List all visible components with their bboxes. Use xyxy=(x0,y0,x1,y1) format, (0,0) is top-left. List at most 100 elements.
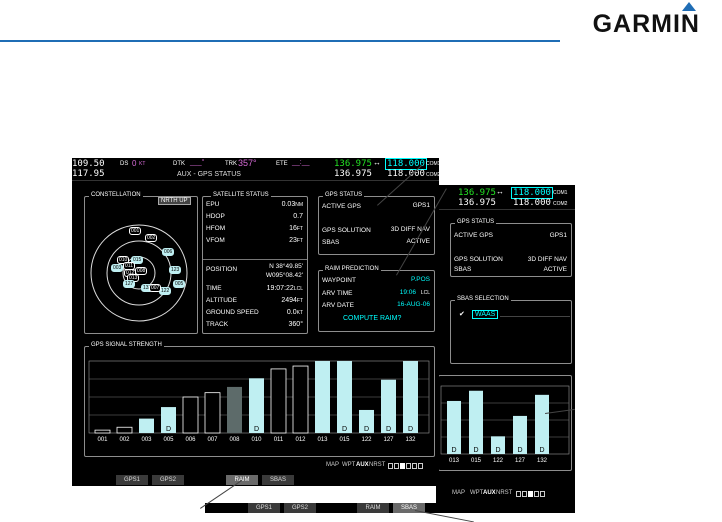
signal-bar-007 xyxy=(204,392,221,434)
back-mode-bar: MAP WPT AUX NRST xyxy=(436,489,575,498)
raim-arv-time-label: ARV TIME xyxy=(322,290,353,297)
satellite-status-value: 0.03NM xyxy=(281,201,303,208)
satellite-status-label: HFOM xyxy=(206,225,226,232)
differential-marker: D xyxy=(386,426,391,433)
signal-bar-012 xyxy=(292,365,309,434)
differential-marker: D xyxy=(254,426,259,433)
com1-label: COM1 xyxy=(426,161,441,167)
back-softkey-gps1[interactable]: GPS1 xyxy=(248,503,280,513)
satellite-status-2-label: GROUND SPEED xyxy=(206,309,259,316)
page-indicator-icon xyxy=(388,463,428,469)
gps-signal-strength-chart: 001 002 003 D 005 006 007 008 D 010 011 012 013 D 015 D… xyxy=(88,360,430,443)
signal-bar-132 xyxy=(535,394,549,454)
signal-bar-001 xyxy=(94,429,111,434)
satellite-layer: 001 002 006 123 005 010 015 011 012 013 122 127 132 0… xyxy=(85,197,197,333)
back-mode-aux[interactable]: AUX xyxy=(483,490,496,496)
active-gps-label: ACTIVE GPS xyxy=(322,203,362,210)
softkey-sbas[interactable]: SBAS xyxy=(262,475,294,485)
tick-label-013: 013 xyxy=(317,437,328,443)
tick-label-001: 001 xyxy=(97,437,108,443)
differential-marker: D xyxy=(166,426,171,433)
raim-arv-time-unit: LCL xyxy=(420,290,430,296)
satellite-status-value: 0.7 xyxy=(293,213,303,220)
raim-arv-date-value[interactable]: 16-AUG-06 xyxy=(397,301,430,308)
satellite-status-label: HDOP xyxy=(206,213,225,220)
satellite-status-2-value: 0.0KT xyxy=(286,309,303,316)
satellite-status-2-value: 360° xyxy=(288,321,303,328)
back-sbas-label: SBAS xyxy=(454,266,472,273)
gps-status-title: GPS STATUS xyxy=(323,192,365,198)
garmin-logo: GARMIN xyxy=(592,10,700,38)
back-softkey-bar: GPS1 GPS2 RAIM SBAS xyxy=(205,503,575,513)
back-mode-map[interactable]: MAP xyxy=(452,490,465,496)
back-com2-standby: 118.000 xyxy=(513,198,551,208)
satellite-status-2-label: TRACK xyxy=(206,321,229,328)
com-swap-icon[interactable]: ↔ xyxy=(373,158,381,167)
signal-bar-010 xyxy=(249,378,264,433)
satellite-status-box: SATELLITE STATUS EPU 0.03NM HDOP 0.7 HFOM 16F… xyxy=(202,192,308,334)
position-label: POSITION xyxy=(206,266,238,273)
ete-label: ETE xyxy=(276,161,288,167)
sbas-label: SBAS xyxy=(322,239,340,246)
satellite-marker: 123 xyxy=(169,266,182,274)
softkey-gps1[interactable]: GPS1 xyxy=(116,475,148,485)
softkey-bar: GPS1 GPS2 RAIM SBAS xyxy=(72,474,439,486)
differential-marker: D xyxy=(539,447,544,454)
satellite-status-2-label: ALTITUDE xyxy=(206,297,237,304)
raim-arv-date-label: ARV DATE xyxy=(322,302,354,309)
back-com-swap-icon[interactable]: ↔ xyxy=(496,187,504,196)
trk-label: TRK xyxy=(225,161,237,167)
back-mode-nrst[interactable]: NRST xyxy=(496,490,512,496)
back-gps-status-box: GPS STATUS ACTIVE GPS GPS1 GPS SOLUTION … xyxy=(450,219,572,277)
tick-label-008: 008 xyxy=(229,437,240,443)
differential-marker: D xyxy=(408,426,413,433)
back-softkey-raim[interactable]: RAIM xyxy=(357,503,389,513)
trk-value: 357° xyxy=(238,158,257,168)
page-title: AUX - GPS STATUS xyxy=(177,171,241,178)
mode-map[interactable]: MAP xyxy=(326,462,339,468)
back-active-gps-value: GPS1 xyxy=(549,232,567,239)
ete-value: __:__ xyxy=(292,159,310,166)
waas-option[interactable]: WAAS xyxy=(472,310,499,319)
raim-waypoint-value[interactable]: P.POS xyxy=(411,276,430,283)
tick-label-122: 122 xyxy=(493,458,504,464)
back-com1-label: COM1 xyxy=(553,190,568,196)
waas-check-icon[interactable]: ✔ xyxy=(459,310,465,318)
back-mode-wpt[interactable]: WPT xyxy=(470,490,483,496)
satellite-status-2-label: TIME xyxy=(206,285,222,292)
softkey-gps2[interactable]: GPS2 xyxy=(152,475,184,485)
tick-label-015: 015 xyxy=(339,437,350,443)
signal-bar-015 xyxy=(469,390,483,454)
back-softkey-gps2[interactable]: GPS2 xyxy=(284,503,316,513)
satellite-marker: 001 xyxy=(129,227,142,235)
back-active-gps-label: ACTIVE GPS xyxy=(454,232,494,239)
dtk-label: DTK xyxy=(173,161,185,167)
raim-waypoint-label: WAYPOINT xyxy=(322,277,356,284)
tick-label-132: 132 xyxy=(537,458,548,464)
satellite-marker: 003 xyxy=(111,264,124,272)
compute-raim-button[interactable]: COMPUTE RAIM? xyxy=(343,315,401,322)
constellation-box: CONSTELLATION NRTH UP 001 002 006 123 005 010… xyxy=(84,192,198,334)
raim-prediction-box: RAIM PREDICTION WAYPOINT P.POS ARV TIME … xyxy=(318,266,435,332)
back-gps-solution-value: 3D DIFF NAV xyxy=(527,256,567,263)
raim-arv-time-value[interactable]: 19:06 xyxy=(400,289,416,296)
com1-active: 136.975 xyxy=(334,159,372,169)
back-gps-solution-label: GPS SOLUTION xyxy=(454,256,503,263)
tick-label-012: 012 xyxy=(295,437,306,443)
mode-nrst[interactable]: NRST xyxy=(369,462,385,468)
differential-marker: D xyxy=(342,426,347,433)
tick-label-015: 015 xyxy=(471,458,482,464)
main-top-bar: 109.50 117.95 DS 0 KT DTK ___° TRK 357° … xyxy=(72,158,441,181)
satellite-marker: 127 xyxy=(123,280,136,288)
signal-bar-002 xyxy=(116,426,133,434)
satellite-marker: 002 xyxy=(145,234,158,242)
differential-marker: D xyxy=(473,447,478,454)
header-rule xyxy=(0,40,560,42)
satellite-status-value: 23FT xyxy=(289,237,303,244)
satellite-marker: 005 xyxy=(173,280,186,288)
sbas-selection-title: SBAS SELECTION xyxy=(455,296,511,302)
mode-aux[interactable]: AUX xyxy=(356,462,369,468)
tick-label-002: 002 xyxy=(119,437,130,443)
mode-wpt[interactable]: WPT xyxy=(342,462,355,468)
satellite-marker: 007 xyxy=(149,284,162,292)
